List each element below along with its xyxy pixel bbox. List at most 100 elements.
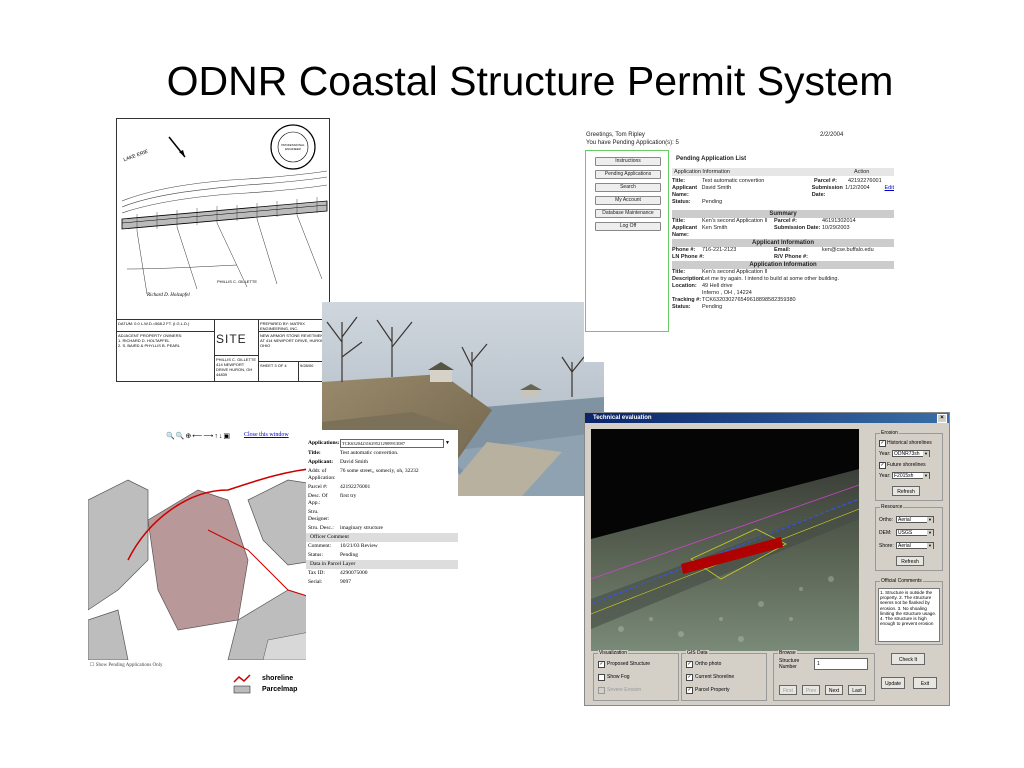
prev-button[interactable]: Prev	[802, 685, 820, 695]
erosion-refresh-button[interactable]: Refresh	[892, 486, 920, 496]
field-value: imaginary structure	[340, 525, 383, 531]
chevron-down-icon[interactable]: ▼	[445, 440, 450, 447]
description-label: Description:	[672, 276, 705, 282]
pending-application-webapp: Greetings, Tom Ripley You have Pending A…	[584, 128, 902, 362]
chevron-down-icon[interactable]: ▼	[923, 473, 929, 479]
field-value: 42192276001	[340, 484, 371, 490]
dem-select[interactable]: USGS ▼	[896, 529, 934, 536]
app-title-value: Ken's second Application II	[702, 269, 768, 275]
field-row: Addr. of Application: 76 some street,, so…	[306, 467, 458, 483]
status-value: Pending	[702, 199, 723, 205]
parcel-map-viewer: 🔍🔍⊕⟵⟶↑↓▣ Close this window Applications:…	[88, 430, 458, 698]
map-toolbar[interactable]: 🔍🔍⊕⟵⟶↑↓▣	[166, 432, 231, 440]
show-pending-checkbox-row[interactable]: ☐ Show Pending Applications Only	[90, 662, 163, 668]
nav-my-account[interactable]: My Account	[595, 196, 661, 205]
browse-label: Browse	[778, 650, 797, 656]
application-info-heading: Application Information	[672, 261, 894, 269]
first-button[interactable]: First	[779, 685, 797, 695]
owners-cell: ADJACENT PROPERTY OWNERS: 1. RICHARD D. …	[117, 332, 215, 381]
field-row: Comment: 10/21/03 Review	[306, 542, 458, 551]
nav-instructions[interactable]: Instructions	[595, 157, 661, 166]
proposed-structure-checkbox[interactable]: ✓	[598, 661, 605, 668]
dem-value: USGS	[898, 530, 913, 536]
severe-erosion-checkbox[interactable]	[598, 687, 605, 694]
structure-number-input[interactable]: 1	[814, 658, 868, 670]
nav-search[interactable]: Search	[595, 183, 661, 192]
parcel-property-checkbox[interactable]: ✓	[686, 687, 693, 694]
summary-row: Phone #: 716-221-2123 Email: ken@cse.buf…	[672, 247, 894, 254]
proposed-structure-label: Proposed Structure	[607, 661, 651, 667]
ortho-photo-checkbox[interactable]: ✓	[686, 661, 693, 668]
erosion-label: Erosion	[880, 430, 899, 436]
summary-title-label: Title:	[672, 218, 686, 224]
resource-label: Resource	[880, 504, 904, 510]
prepared-by: PREPARED BY: MATRIX ENGINEERING, INC.	[259, 320, 329, 332]
applications-label: Applications:	[308, 440, 340, 446]
nav-pending-applications[interactable]: Pending Applications	[595, 170, 661, 179]
field-list: Title: Test automatic convertion. Applica…	[306, 449, 458, 533]
chevron-down-icon[interactable]: ▼	[927, 543, 933, 549]
field-row: Applicant: David Smith	[306, 458, 458, 467]
future-label: Future shorelines	[887, 462, 926, 468]
datum-cell: DATUM: 0.0 L.W.D.=568.2 FT. (I.G.L.D.)	[117, 320, 215, 332]
chevron-down-icon[interactable]: ▼	[927, 517, 933, 523]
close-icon[interactable]: ×	[937, 414, 947, 423]
phone-value: 716-221-2123	[702, 247, 737, 253]
current-shoreline-checkbox[interactable]: ✓	[686, 674, 693, 681]
summary-parcel-value: 46191302014	[822, 218, 856, 224]
historical-checkbox[interactable]: ✓	[879, 440, 886, 447]
current-shoreline-label: Current Shoreline	[695, 674, 735, 680]
shore-select[interactable]: Aerial ▼	[896, 542, 934, 549]
summary-row: Tracking #: TCK6320302765496188985823593…	[672, 297, 894, 304]
future-checkbox[interactable]: ✓	[879, 462, 886, 469]
update-button[interactable]: Update	[881, 677, 905, 689]
edit-link[interactable]: Edit	[885, 185, 894, 199]
nav-database-maintenance[interactable]: Database Maintenance	[595, 209, 661, 218]
comments-textarea[interactable]: 1. Structure is outside the property. 2.…	[878, 588, 940, 642]
summary-row: Status: Pending	[672, 304, 894, 311]
summary-row: Location: 49 Hell drive	[672, 283, 894, 290]
owner-block: PHILLIS C. GILLETTE 414 NEWPORT DRIVE HU…	[215, 356, 259, 381]
location-value-2: Inferno , OH , 14224	[702, 290, 752, 296]
pending-count: You have Pending Application(s): 5	[586, 140, 679, 146]
field-key: Comment:	[308, 543, 332, 549]
summary-row: Inferno , OH , 14224	[672, 290, 894, 297]
applicant-label: Applicant Name:	[672, 185, 698, 198]
show-fog-label: Show Fog	[607, 674, 630, 680]
field-key: Tax ID:	[308, 570, 325, 576]
historical-year-select[interactable]: ODNR73sh ▼	[892, 450, 930, 457]
chevron-down-icon[interactable]: ▼	[927, 530, 933, 536]
ortho-select[interactable]: Aerial ▼	[896, 516, 934, 523]
applicant-info-heading: Applicant Information	[672, 239, 894, 247]
description-value: Let me try again. I intend to build at s…	[702, 276, 839, 282]
window-titlebar[interactable]: Technical evaluation ×	[585, 413, 949, 423]
checkbox-icon[interactable]: ☐	[90, 663, 94, 668]
resource-group: Resource Ortho: Aerial ▼ DEM: USGS ▼ Shore…	[875, 504, 943, 571]
summary-parcel-label: Parcel #:	[774, 218, 797, 224]
field-value: Pending	[340, 552, 359, 558]
summary-submission-value: 10/29/2003	[822, 225, 850, 231]
close-window-link[interactable]: Close this window	[244, 432, 289, 438]
list-title: Pending Application List	[676, 156, 747, 162]
show-fog-checkbox[interactable]	[598, 674, 605, 681]
3d-terrain-view[interactable]	[591, 429, 859, 651]
dem-label: DEM:	[879, 530, 892, 536]
next-button[interactable]: Next	[825, 685, 843, 695]
legend-icons	[233, 674, 251, 694]
nav-log-off[interactable]: Log Off	[595, 222, 661, 231]
future-year-select[interactable]: F2015sh ▼	[892, 472, 930, 479]
phone-label: Phone #:	[672, 247, 696, 253]
map-canvas[interactable]	[88, 440, 320, 660]
field-value: 10/21/03 Review	[340, 543, 378, 549]
chevron-down-icon[interactable]: ▼	[923, 451, 929, 457]
field-key: Serial:	[308, 579, 323, 585]
check-it-button[interactable]: Check It	[891, 653, 925, 665]
resource-refresh-button[interactable]: Refresh	[896, 556, 924, 566]
parcel-layer-band: Data in Parcel Layer	[306, 560, 458, 569]
browse-group: Browse Structure Number 1 First Prev Nex…	[773, 650, 875, 701]
exit-button[interactable]: Exit	[913, 677, 937, 689]
last-button[interactable]: Last	[848, 685, 866, 695]
year-label: Year:	[879, 451, 891, 457]
applications-select[interactable]: TCK632042316295212909913087	[340, 439, 444, 448]
summary-applicant-value: Ken Smith	[702, 225, 728, 231]
